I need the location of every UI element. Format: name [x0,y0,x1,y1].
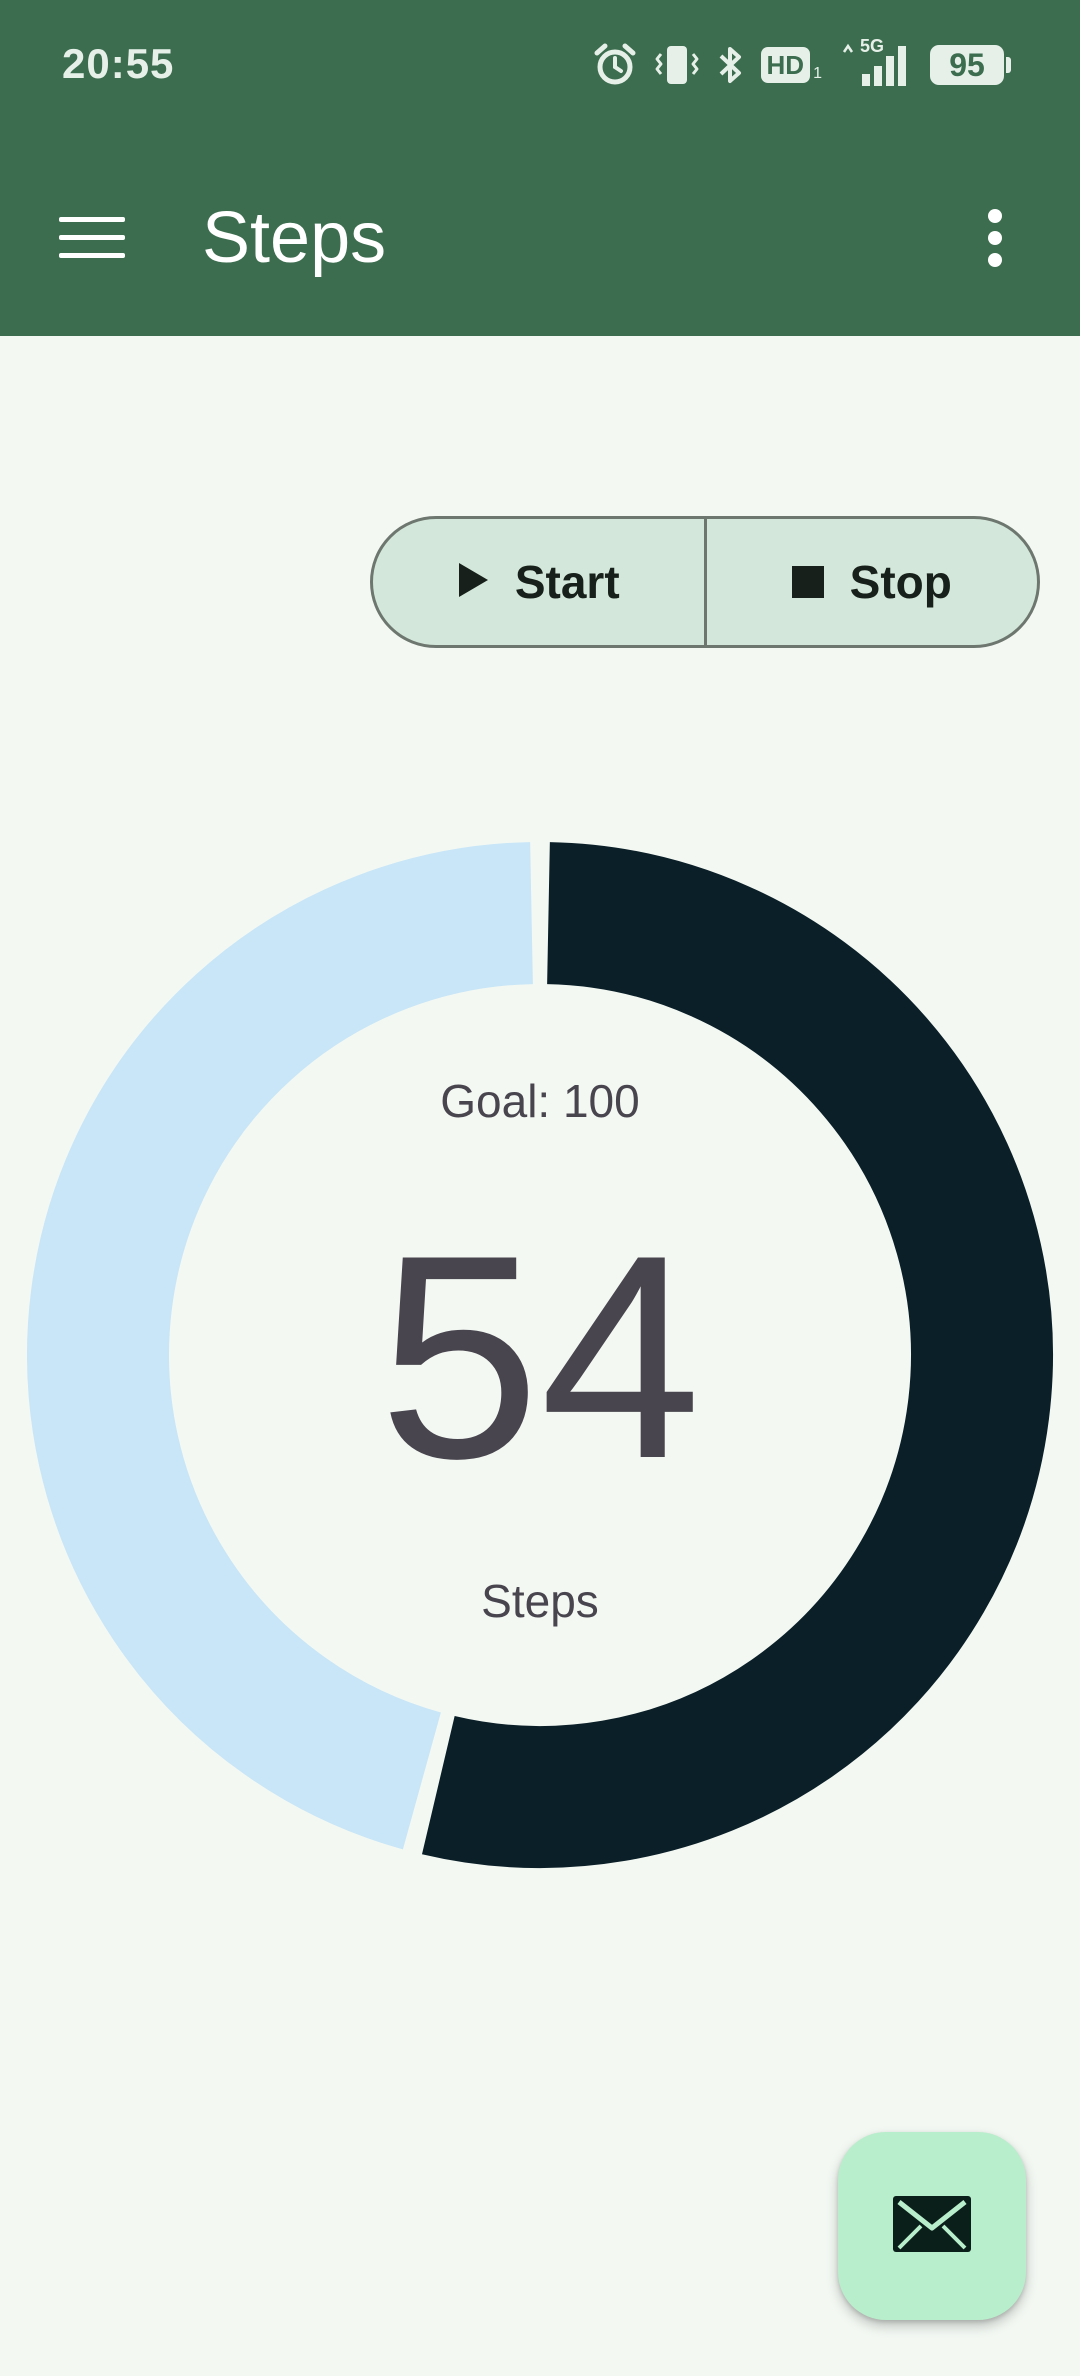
stop-icon [791,555,824,609]
alarm-icon [593,42,637,88]
battery-icon: 95 [930,45,1011,85]
status-bar: 20:55 HD 1 5G 95 [0,0,1080,130]
status-time: 20:55 [62,40,175,87]
steps-unit-label: Steps [481,1575,599,1627]
hd-label: HD [760,47,811,83]
status-icons: HD 1 5G 95 [593,36,1011,94]
app-bar: Steps [0,130,1080,336]
mail-fab-button[interactable] [838,2132,1026,2320]
start-button-label: Start [514,556,620,608]
start-stop-segmented-control: Start Stop [370,516,1040,648]
hamburger-menu-icon [59,215,125,266]
battery-level: 95 [949,46,985,83]
goal-label: Goal: 100 [440,1075,640,1127]
hd-icon: HD 1 [760,47,822,83]
step-count: 54 [378,1195,702,1519]
play-icon [457,555,489,609]
start-button[interactable]: Start [373,519,704,645]
mail-icon [891,2194,973,2259]
vibrate-icon [653,42,701,88]
stop-button[interactable]: Stop [703,519,1038,645]
page-title: Steps [202,198,387,278]
stop-button-label: Stop [849,556,952,608]
menu-button[interactable] [44,192,140,288]
more-vertical-icon [985,208,1005,273]
bluetooth-icon [717,42,745,88]
network-label: 5G [860,36,885,56]
signal-icon: 5G [838,36,914,88]
overflow-menu-button[interactable] [950,192,1040,288]
